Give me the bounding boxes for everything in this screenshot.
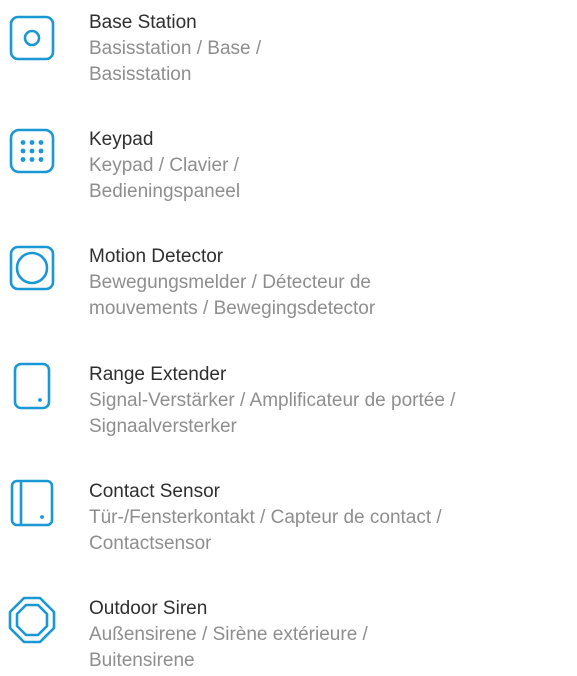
- item-subtitle: Basisstation: [89, 64, 192, 85]
- item-title: Outdoor Siren: [89, 598, 208, 619]
- item-subtitle: Bewegungsmelder / Détecteur de: [89, 272, 371, 293]
- item-subtitle: Außensirene / Sirène extérieure /: [89, 624, 368, 645]
- item-subtitle: Contactsensor: [89, 533, 212, 554]
- item-title: Keypad: [89, 129, 154, 150]
- contact-sensor-icon: [6, 477, 58, 529]
- item-title: Base Station: [89, 12, 197, 33]
- item-subtitle: Basisstation / Base /: [89, 38, 262, 59]
- item-subtitle: mouvements / Bewegingsdetector: [89, 298, 376, 319]
- range-extender-icon: [6, 360, 58, 412]
- outdoor-siren-icon: [6, 594, 58, 646]
- item-title: Contact Sensor: [89, 481, 220, 502]
- item-title: Range Extender: [89, 364, 227, 385]
- keypad-icon: [6, 125, 58, 177]
- item-subtitle: Buitensirene: [89, 650, 195, 671]
- item-subtitle: Bedieningspaneel: [89, 181, 241, 202]
- item-title: Motion Detector: [89, 246, 224, 267]
- item-subtitle: Signaalversterker: [89, 416, 237, 437]
- motion-detector-icon: [6, 242, 58, 294]
- base-station-icon: [6, 12, 58, 64]
- item-subtitle: Signal-Verstärker / Amplificateur de por…: [89, 390, 456, 411]
- item-subtitle: Keypad / Clavier /: [89, 155, 239, 176]
- item-subtitle: Tür-/Fensterkontakt / Capteur de contact…: [89, 507, 442, 528]
